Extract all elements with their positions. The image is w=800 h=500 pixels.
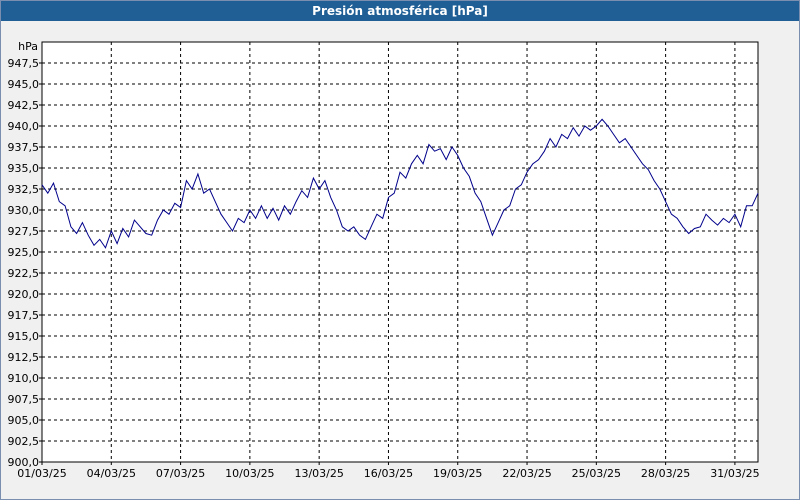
y-tick-label: 915,0: [8, 330, 40, 343]
x-tick-label: 25/03/25: [572, 467, 621, 480]
y-tick-label: 912,5: [8, 351, 40, 364]
y-tick-label: 907,5: [8, 393, 40, 406]
y-tick-label: 947,5: [8, 57, 40, 70]
x-tick-label: 28/03/25: [641, 467, 690, 480]
y-tick-label: 930,0: [8, 204, 40, 217]
x-tick-label: 07/03/25: [156, 467, 205, 480]
x-tick-label: 19/03/25: [433, 467, 482, 480]
x-tick-label: 22/03/25: [502, 467, 551, 480]
x-tick-label: 13/03/25: [294, 467, 343, 480]
y-axis-label: hPa: [18, 40, 38, 53]
x-tick-label: 16/03/25: [364, 467, 413, 480]
y-tick-label: 902,5: [8, 435, 40, 448]
y-axis-ticks: 900,0902,5905,0907,5910,0912,5915,0917,5…: [8, 57, 42, 469]
y-tick-label: 945,0: [8, 78, 40, 91]
y-tick-label: 937,5: [8, 141, 40, 154]
x-tick-label: 10/03/25: [225, 467, 274, 480]
y-tick-label: 940,0: [8, 120, 40, 133]
x-tick-label: 01/03/25: [17, 467, 66, 480]
y-tick-label: 932,5: [8, 183, 40, 196]
y-tick-label: 925,0: [8, 246, 40, 259]
y-tick-label: 942,5: [8, 99, 40, 112]
y-tick-label: 917,5: [8, 309, 40, 322]
x-axis-ticks: 01/03/25 04/03/25 07/03/25 10/03/25 13/03/25…: [17, 462, 760, 480]
line-chart: 900,0902,5905,0907,5910,0912,5915,0917,5…: [8, 40, 760, 480]
x-tick-label: 04/03/25: [87, 467, 136, 480]
y-tick-label: 927,5: [8, 225, 40, 238]
y-tick-label: 910,0: [8, 372, 40, 385]
y-tick-label: 920,0: [8, 288, 40, 301]
y-tick-label: 905,0: [8, 414, 40, 427]
y-tick-label: 922,5: [8, 267, 40, 280]
x-tick-label: 31/03/25: [710, 467, 759, 480]
y-tick-label: 935,0: [8, 162, 40, 175]
